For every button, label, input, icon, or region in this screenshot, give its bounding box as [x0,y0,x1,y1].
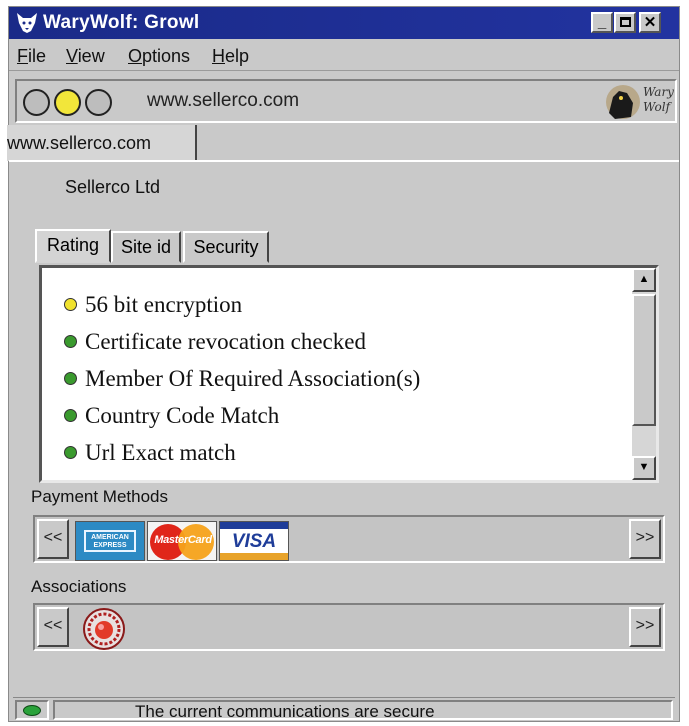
menu-file-label: ile [28,46,47,66]
light-yellow-icon [54,89,81,116]
status-text-frame: The current communications are secure [53,700,673,721]
menu-view[interactable]: View [66,46,105,67]
minimize-icon: _ [597,14,607,31]
tab-site-id[interactable]: Site id [111,231,181,263]
rating-panel: 56 bit encryption Certificate revocation… [39,265,659,483]
status-led-frame [15,700,49,720]
payment-prev-button[interactable]: << [37,519,69,559]
company-name: Sellerco Ltd [65,177,161,197]
status-text: The current communications are secure [135,702,435,721]
brand-line-1: Wary [643,85,674,99]
address-url: www.sellerco.com [147,90,300,111]
associations-prev-button[interactable]: << [37,607,69,647]
menu-file[interactable]: File [17,46,46,67]
mastercard-card-icon[interactable]: MasterCard [147,521,217,561]
menu-view-key: V [66,46,78,66]
status-dot-icon [64,446,77,459]
close-button[interactable]: ✕ [639,12,661,33]
menu-options-label: ptions [142,46,191,66]
payment-next-button[interactable]: >> [629,519,661,559]
rating-scrollbar[interactable]: ▲ ▼ [632,268,656,480]
menu-options[interactable]: Options [128,46,190,67]
amex-card-icon[interactable]: AMERICAN EXPRESS [75,521,145,561]
security-lights[interactable] [23,88,115,116]
status-dot-icon [64,409,77,422]
light-off-icon [23,89,50,116]
rating-item: Url Exact match [64,440,420,477]
menu-help-label: elp [225,46,250,66]
status-dot-icon [64,335,77,348]
associations-strip: << >> [33,603,665,651]
associations-label: Associations [31,577,127,596]
association-seal-icon[interactable] [75,607,133,651]
window-title: WaryWolf: Growl [43,12,200,33]
maximize-button[interactable] [614,12,636,33]
status-dot-icon [64,372,77,385]
menu-help[interactable]: Help [212,46,249,67]
arrow-up-icon: ▲ [638,273,650,285]
site-tab[interactable]: www.sellerco.com [7,125,197,161]
wolf-logo-icon [17,13,37,33]
menu-view-label: iew [77,46,105,66]
rating-list: 56 bit encryption Certificate revocation… [64,292,420,477]
site-tab-label: www.sellerco.com [7,133,152,153]
menu-help-key: H [212,46,225,66]
payment-methods-label: Payment Methods [31,487,169,506]
rating-item-text: Url Exact match [85,440,236,465]
visa-gold-band [220,553,288,560]
associations-next-button[interactable]: >> [629,607,661,647]
title-bar[interactable]: WaryWolf: Growl _ ✕ [9,7,679,39]
tab-divider [9,160,679,162]
rating-item-text: 56 bit encryption [85,292,243,317]
rating-item: 56 bit encryption [64,292,420,329]
scroll-thumb[interactable] [632,294,656,426]
light-off-icon [85,89,112,116]
amex-card-text: AMERICAN EXPRESS [91,534,129,549]
payment-methods-strip: << AMERICAN EXPRESS MasterCard VISA >> [33,515,665,563]
mastercard-card-text: MasterCard [154,534,212,546]
rating-item: Certificate revocation checked [64,329,420,366]
status-dot-icon [64,298,77,311]
rating-item-text: Certificate revocation checked [85,329,366,354]
address-bar: www.sellerco.com Wary Wolf [15,79,677,123]
visa-card-icon[interactable]: VISA [219,521,289,561]
visa-card-text: VISA [231,531,277,552]
tab-rating[interactable]: Rating [35,229,111,263]
minimize-button[interactable]: _ [591,12,613,33]
tab-security[interactable]: Security [183,231,269,263]
rating-item-text: Member Of Required Association(s) [85,366,421,391]
rating-item: Member Of Required Association(s) [64,366,420,403]
brand-line-2: Wolf [643,100,671,114]
maximize-icon [619,17,631,27]
brand-text: Wary Wolf [643,85,674,115]
rating-item: Country Code Match [64,403,420,440]
menu-file-key: F [17,46,28,66]
status-bar: The current communications are secure [13,697,675,721]
scroll-up-button[interactable]: ▲ [632,268,656,292]
close-icon: ✕ [643,14,657,31]
menu-options-key: O [128,46,143,66]
visa-blue-band [220,522,288,529]
app-window: WaryWolf: Growl _ ✕ File View Options He… [7,6,680,722]
scroll-down-button[interactable]: ▼ [632,456,656,480]
menu-bar: File View Options Help [9,41,679,71]
rating-item-text: Country Code Match [85,403,280,428]
arrow-down-icon: ▼ [638,461,650,473]
secure-led-icon [23,705,41,716]
